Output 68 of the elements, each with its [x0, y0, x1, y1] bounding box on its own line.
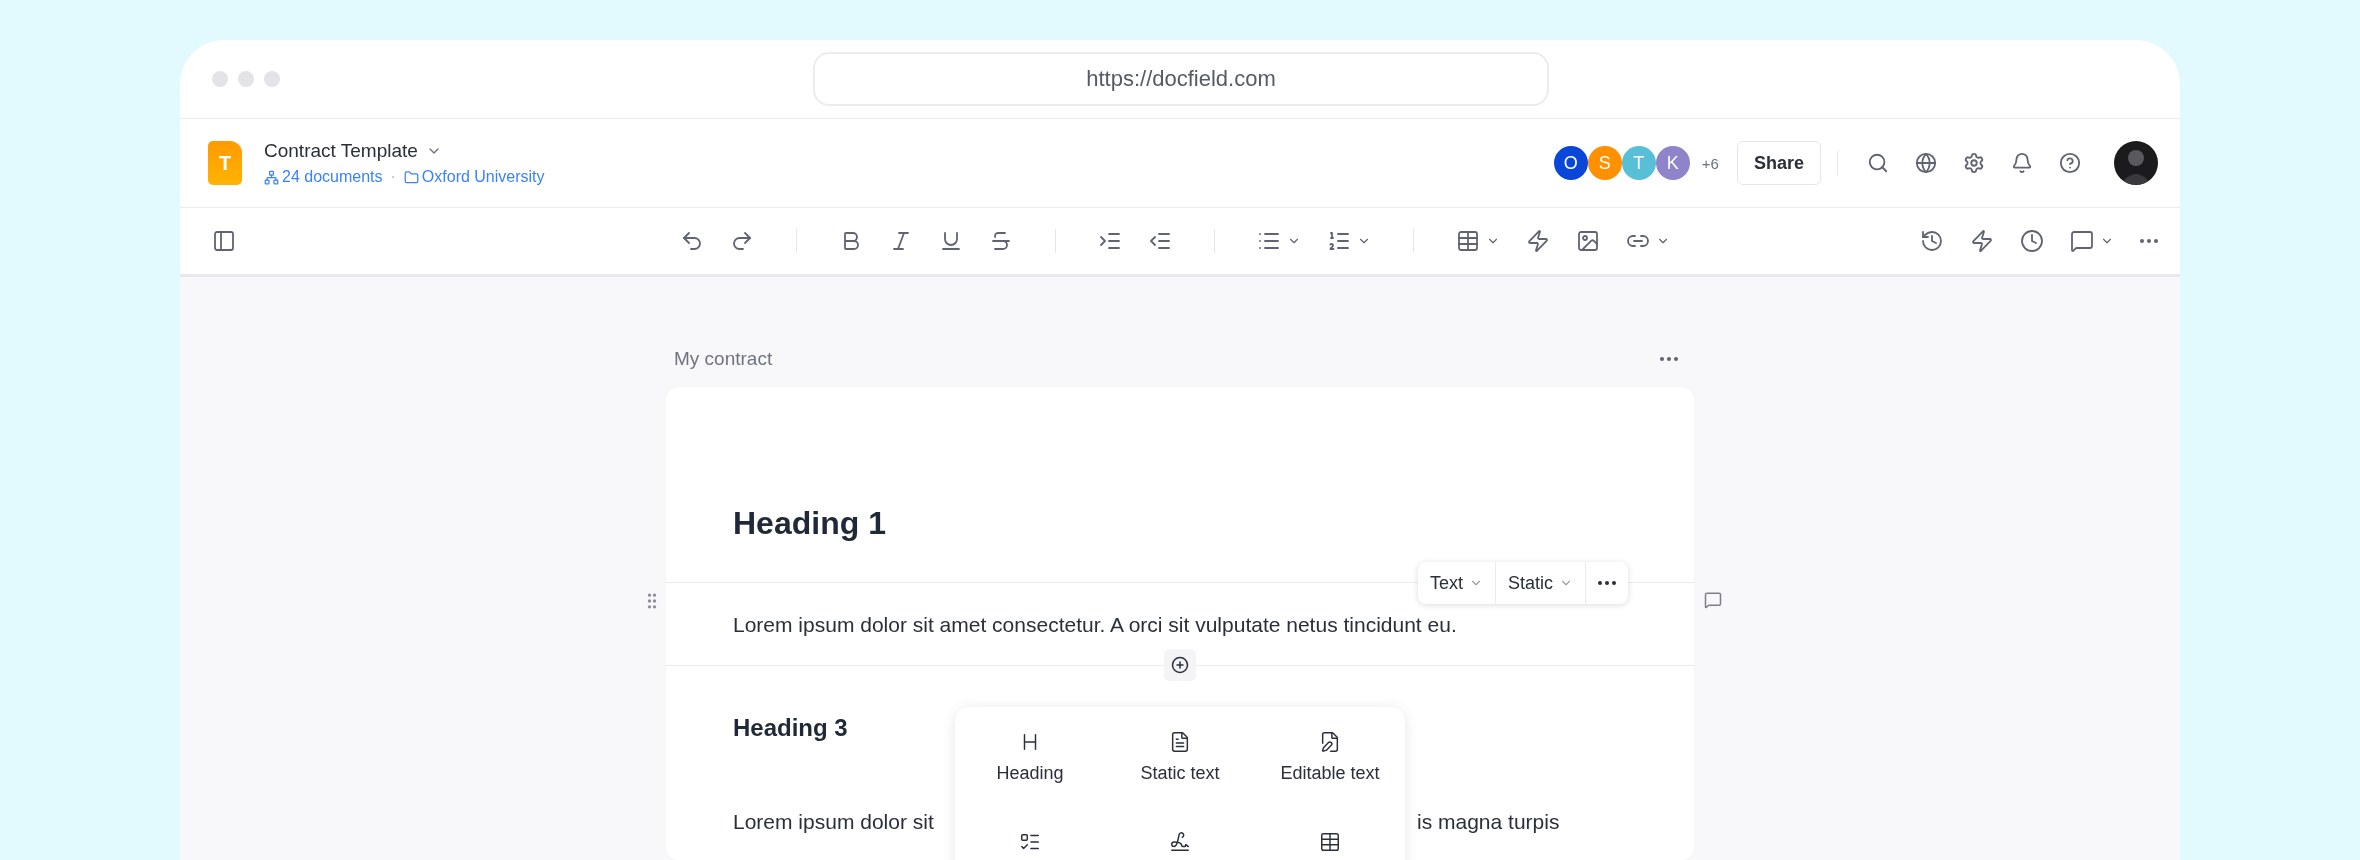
image-icon [1576, 229, 1600, 253]
strikethrough-button[interactable] [989, 229, 1013, 253]
url-field[interactable]: https://docfield.com [813, 52, 1549, 106]
mode-dropdown[interactable]: Static [1495, 562, 1586, 604]
share-button[interactable]: Share [1736, 141, 1821, 185]
notifications-button[interactable] [2011, 152, 2033, 174]
documents-link[interactable]: 24 documents [264, 168, 383, 186]
file-icon: T [208, 141, 242, 185]
collaborator-avatar[interactable]: O [1553, 146, 1588, 180]
clock-button[interactable] [2020, 229, 2044, 253]
comment-icon [1704, 591, 1722, 609]
help-button[interactable] [2059, 152, 2081, 174]
more-collaborators: +6 [1701, 154, 1719, 172]
document-edit-icon [1319, 731, 1341, 753]
window-dot[interactable] [238, 71, 254, 87]
signature-icon [1169, 831, 1191, 853]
insert-menu-item[interactable]: Heading [955, 725, 1105, 811]
numbered-list-icon [1327, 229, 1351, 253]
automation-icon [1970, 229, 1994, 253]
underline-button[interactable] [939, 229, 963, 253]
heading-text: Heading 3 [733, 714, 849, 742]
history-button[interactable] [1920, 229, 1944, 253]
paragraph-text: Lorem ipsum dolor sit amet consectetur. A orci sit vulputate netus tincidunt eu. [733, 613, 1458, 637]
user-avatar[interactable] [2114, 141, 2158, 185]
bolt-button[interactable] [1526, 229, 1550, 253]
separator-dot: · [390, 168, 396, 186]
globe-button[interactable] [1915, 152, 1937, 174]
underline-icon [939, 229, 963, 253]
more-icon [1598, 581, 1616, 585]
window-dot[interactable] [264, 71, 280, 87]
redo-button[interactable] [730, 229, 754, 253]
comments-button[interactable] [2070, 229, 2114, 253]
heading-text: Heading 1 [733, 505, 887, 542]
folder-link[interactable]: Oxford University [403, 168, 545, 186]
network-icon [264, 169, 279, 185]
more-button[interactable] [2140, 239, 2158, 243]
window-dot[interactable] [212, 71, 228, 87]
undo-icon [680, 229, 704, 253]
document-name: My contract [674, 348, 773, 370]
numbered-list-button[interactable] [1327, 229, 1371, 253]
settings-button[interactable] [1963, 152, 1985, 174]
document-title: Contract Template [264, 140, 418, 162]
paragraph-text: Lorem ipsum dolor sit [733, 810, 935, 834]
more-icon [2140, 239, 2158, 243]
comments-icon [2070, 229, 2094, 253]
table-button[interactable] [1456, 229, 1500, 253]
search-button[interactable] [1867, 152, 1889, 174]
table-icon [1456, 229, 1480, 253]
type-dropdown[interactable]: Text [1417, 562, 1496, 604]
history-icon [1920, 229, 1944, 253]
sidebar-toggle-icon [212, 229, 236, 253]
clock-icon [2020, 229, 2044, 253]
image-button[interactable] [1576, 229, 1600, 253]
plus-circle-icon [1171, 656, 1189, 674]
add-block-button[interactable] [1164, 649, 1196, 681]
folder-icon [403, 169, 419, 185]
more-icon [1660, 357, 1678, 361]
insert-menu-item[interactable]: Editable text [1255, 725, 1405, 811]
sidebar-toggle-button[interactable] [212, 229, 236, 253]
paragraph-text: is magna turpis [1417, 810, 1561, 834]
insert-menu-item[interactable]: Static text [1105, 725, 1255, 811]
automation-button[interactable] [1970, 229, 1994, 253]
document-icon [1169, 731, 1191, 753]
strikethrough-icon [989, 229, 1013, 253]
bolt-icon [1526, 229, 1550, 253]
table-icon [1319, 831, 1341, 853]
undo-button[interactable] [680, 229, 704, 253]
redo-icon [730, 229, 754, 253]
